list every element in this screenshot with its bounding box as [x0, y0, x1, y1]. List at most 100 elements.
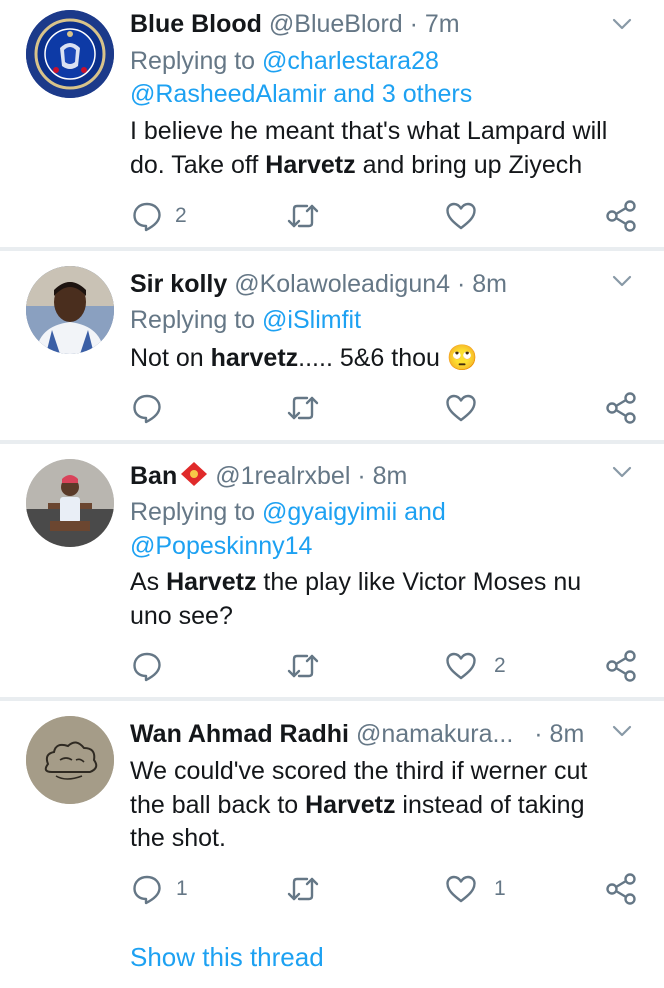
replying-to-label: Replying to: [130, 47, 256, 75]
tweet-text-line: I believe he meant that's what Lampard w…: [130, 117, 608, 145]
retweet-icon: [287, 877, 319, 901]
user-handle[interactable]: @Kolawoleadigun4: [234, 270, 450, 298]
retweet-button[interactable]: [285, 199, 321, 233]
user-photo-avatar: [26, 459, 114, 547]
timestamp[interactable]: · 8m: [534, 720, 584, 748]
tweet-text-line: We could've scored the third if werner c…: [130, 757, 588, 785]
mention-link[interactable]: @gyaigyimii and: [262, 498, 446, 526]
share-icon: [606, 650, 636, 682]
tweet-header: Blue Blood @BlueBlord · 7m: [130, 8, 460, 41]
retweet-icon: [287, 396, 319, 420]
reply-count: 1: [176, 877, 188, 900]
text-segment: do. Take off: [130, 151, 266, 179]
mention-link[interactable]: @charlestara28: [262, 47, 439, 75]
bold-keyword: Harvetz: [305, 791, 396, 819]
chevron-down-icon[interactable]: [610, 719, 634, 743]
retweet-button[interactable]: [285, 872, 321, 906]
reply-icon: [133, 875, 161, 905]
timestamp[interactable]: · 7m: [410, 10, 460, 38]
share-button[interactable]: [604, 649, 638, 683]
tweet-text-line: As Harvetz the play like Victor Moses nu: [130, 566, 581, 599]
retweet-icon: [287, 654, 319, 678]
user-handle[interactable]: @1realrxbel: [215, 462, 350, 490]
bold-keyword: Harvetz: [265, 151, 356, 179]
share-button[interactable]: [604, 872, 638, 906]
retweet-icon: [287, 204, 319, 228]
share-icon: [606, 392, 636, 424]
display-name[interactable]: Ban: [130, 462, 177, 490]
tweet[interactable]: Ban @1realrxbel · 8m Replying to @gyaigyi…: [0, 444, 664, 697]
bold-keyword: harvetz: [210, 344, 299, 372]
reply-button[interactable]: [130, 872, 164, 906]
mention-link[interactable]: @iSlimfit: [262, 306, 361, 334]
like-count: 2: [494, 654, 506, 677]
reply-icon: [133, 652, 161, 682]
timestamp[interactable]: · 8m: [357, 462, 407, 490]
tweet-header: Wan Ahmad Radhi @namakura... · 8m: [130, 718, 584, 751]
tweet-text-line: Not on harvetz..... 5&6 thou 🙄: [130, 341, 478, 375]
text-segment: the ball back to: [130, 791, 306, 819]
tweet-header: Ban @1realrxbel · 8m: [130, 460, 407, 493]
chevron-down-icon[interactable]: [610, 460, 634, 484]
replying-to-label: Replying to: [130, 498, 256, 526]
tweet-header: Sir kolly @Kolawoleadigun4 · 8m: [130, 268, 507, 301]
replying-to-label: Replying to: [130, 306, 256, 334]
show-thread-link[interactable]: Show this thread: [130, 940, 324, 974]
avatar[interactable]: [26, 459, 114, 547]
like-icon: [446, 652, 476, 680]
user-handle[interactable]: @BlueBlord: [269, 10, 403, 38]
text-segment: and bring up Ziyech: [355, 151, 583, 179]
user-photo-avatar: [26, 266, 114, 354]
text-segment: ..... 5&6 thou: [298, 344, 440, 372]
display-name[interactable]: Blue Blood: [130, 10, 262, 38]
like-button[interactable]: [444, 649, 478, 683]
retweet-button[interactable]: [285, 391, 321, 425]
display-name[interactable]: Wan Ahmad Radhi: [130, 720, 349, 748]
like-count: 1: [494, 877, 506, 900]
reply-icon: [133, 202, 161, 232]
reply-button[interactable]: [130, 649, 164, 683]
mention-link[interactable]: @Popeskinny14: [130, 530, 312, 563]
reply-count: 2: [175, 204, 187, 227]
text-segment: Not on: [130, 344, 211, 372]
reply-button[interactable]: [130, 199, 164, 233]
text-segment: the play like Victor Moses nu: [256, 568, 582, 596]
tweet[interactable]: Sir kolly @Kolawoleadigun4 · 8m Replying…: [0, 251, 664, 440]
replying-to: Replying to @iSlimfit: [130, 304, 361, 337]
tweet-text-line: do. Take off Harvetz and bring up Ziyech: [130, 149, 582, 182]
chevron-down-icon[interactable]: [610, 12, 634, 36]
reply-icon: [133, 394, 161, 424]
like-button[interactable]: [444, 872, 478, 906]
reply-button[interactable]: [130, 391, 164, 425]
tweet-text-line: uno see?: [130, 602, 233, 630]
tweet[interactable]: Wan Ahmad Radhi @namakura... · 8m We cou…: [0, 701, 664, 988]
user-handle[interactable]: @namakura...: [356, 720, 513, 748]
mention-link[interactable]: @RasheedAlamir and 3 others: [130, 78, 472, 111]
like-icon: [446, 875, 476, 903]
like-button[interactable]: [444, 199, 478, 233]
replying-to: Replying to @gyaigyimii and: [130, 496, 446, 529]
tweet-text-line: the ball back to Harvetz instead of taki…: [130, 789, 584, 822]
share-button[interactable]: [604, 391, 638, 425]
tweet[interactable]: Blue Blood @BlueBlord · 7m Replying to @…: [0, 0, 664, 248]
like-icon: [446, 394, 476, 422]
text-segment: As: [130, 568, 167, 596]
bold-keyword: Harvetz: [166, 568, 257, 596]
share-icon: [606, 873, 636, 905]
like-button[interactable]: [444, 391, 478, 425]
timestamp[interactable]: · 8m: [457, 270, 507, 298]
text-segment: instead of taking: [395, 791, 585, 819]
chelsea-crest-avatar: [26, 10, 114, 98]
display-name[interactable]: Sir kolly: [130, 270, 227, 298]
retweet-button[interactable]: [285, 649, 321, 683]
replying-to: Replying to @charlestara28: [130, 45, 439, 78]
chevron-down-icon[interactable]: [610, 269, 634, 293]
avatar[interactable]: [26, 10, 114, 98]
like-icon: [446, 202, 476, 230]
share-button[interactable]: [604, 199, 638, 233]
tweet-text-line: the shot.: [130, 824, 226, 852]
avatar[interactable]: [26, 266, 114, 354]
share-icon: [606, 200, 636, 232]
red-envelope-emoji-icon: [181, 462, 208, 486]
avatar[interactable]: [26, 716, 114, 804]
